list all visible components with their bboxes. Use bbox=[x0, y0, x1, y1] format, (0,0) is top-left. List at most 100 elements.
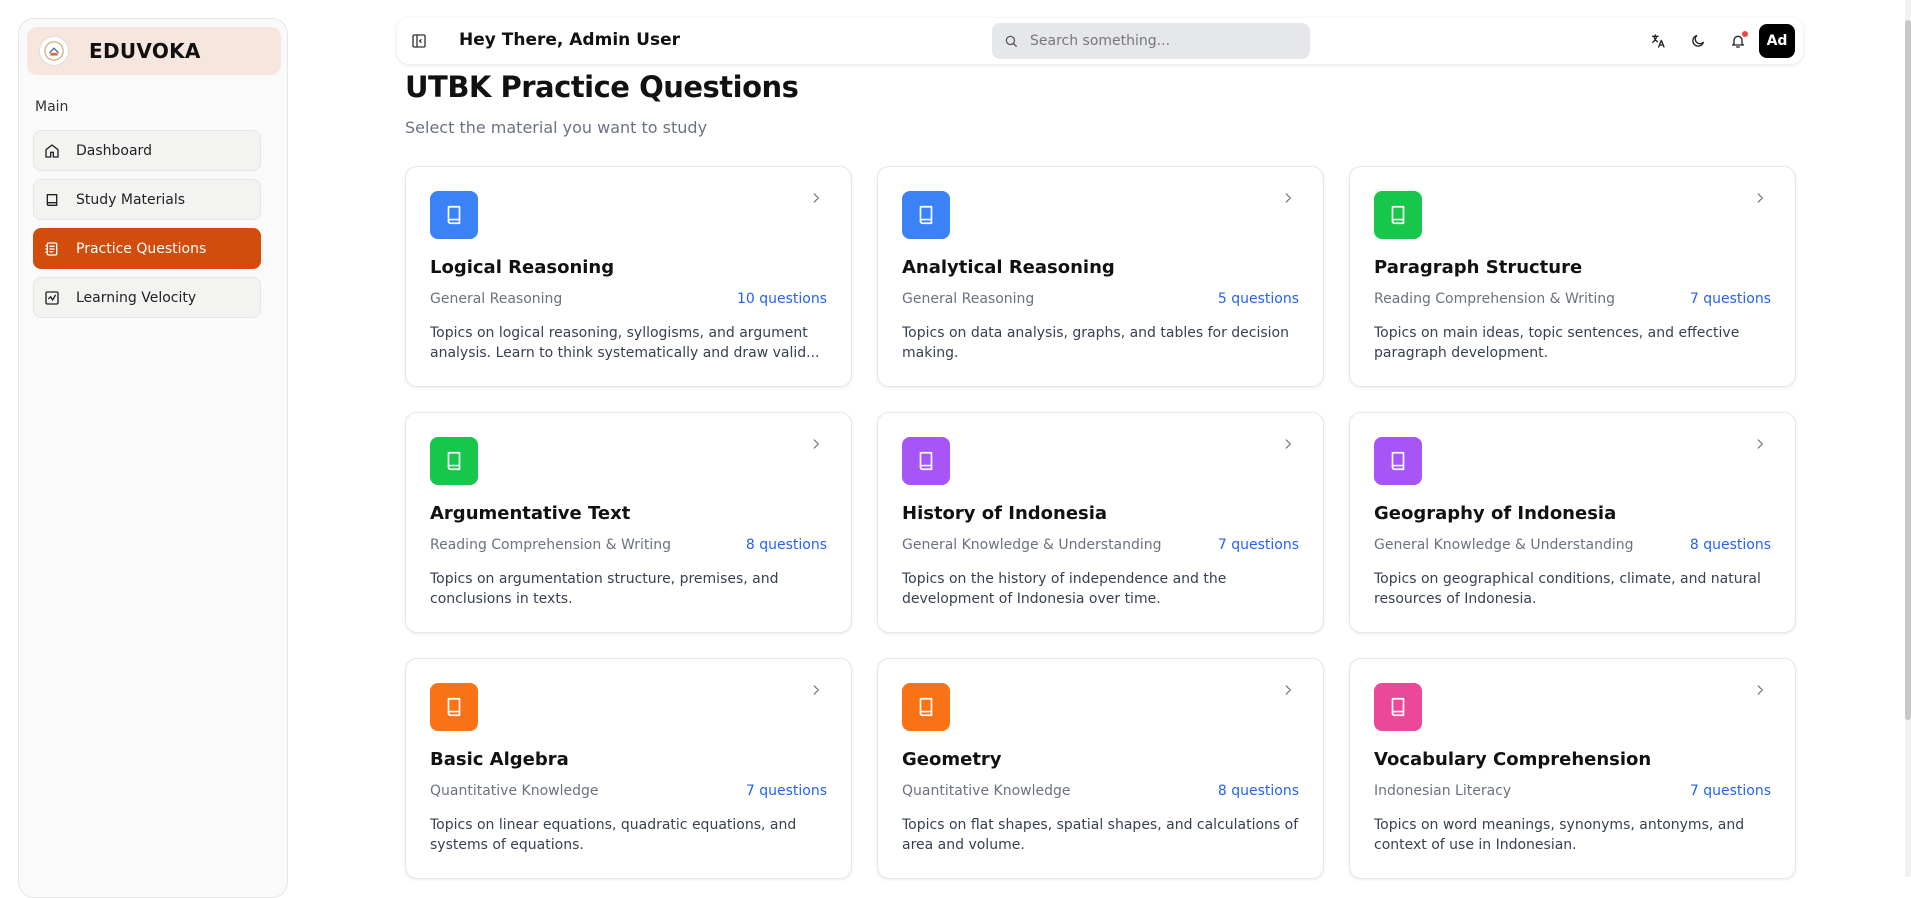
chevron-right-icon bbox=[1285, 685, 1291, 695]
card-title: Analytical Reasoning bbox=[902, 257, 1115, 278]
chevron-right-icon bbox=[813, 193, 819, 203]
book-icon bbox=[447, 697, 461, 717]
sidebar-item-label: Practice Questions bbox=[76, 240, 207, 257]
card-category: General Knowledge & Understanding bbox=[902, 537, 1162, 553]
card-category: General Reasoning bbox=[430, 291, 563, 307]
sidebar-item-learning-velocity[interactable]: Learning Velocity bbox=[33, 277, 261, 318]
brand-name: EDUVOKA bbox=[89, 39, 201, 63]
sidebar-item-dashboard[interactable]: Dashboard bbox=[33, 130, 261, 171]
card-question-count: 10 questions bbox=[736, 291, 827, 307]
brand-logo bbox=[39, 36, 69, 66]
card-question-count: 8 questions bbox=[1689, 537, 1771, 553]
card-description: Topics on geographical conditions, clima… bbox=[1374, 571, 1761, 607]
card-description: Topics on logical reasoning, syllogisms,… bbox=[430, 325, 820, 361]
card-title: Basic Algebra bbox=[430, 749, 569, 770]
logo-emblem-icon bbox=[44, 41, 64, 61]
card-description: Topics on argumentation structure, premi… bbox=[430, 571, 779, 607]
sidebar-toggle-icon[interactable] bbox=[411, 33, 427, 49]
practice-card[interactable]: Vocabulary Comprehension Indonesian Liter… bbox=[1349, 658, 1796, 879]
page-title: UTBK Practice Questions bbox=[405, 70, 799, 104]
practice-card[interactable]: Basic Algebra Quantitative Knowledge 7 que… bbox=[405, 658, 852, 879]
card-title: Argumentative Text bbox=[430, 503, 631, 524]
card-question-count: 7 questions bbox=[745, 783, 827, 799]
book-icon bbox=[919, 697, 933, 717]
nav-section-label: Main bbox=[35, 99, 69, 115]
search-input[interactable] bbox=[1028, 32, 1292, 50]
practice-card[interactable]: Analytical Reasoning General Reasoning 5 q… bbox=[877, 166, 1324, 387]
home-icon bbox=[44, 143, 60, 159]
card-icon-box bbox=[902, 683, 950, 731]
sidebar-item-label: Learning Velocity bbox=[76, 289, 197, 306]
notebook-icon bbox=[44, 241, 60, 257]
practice-card[interactable]: Logical Reasoning General Reasoning 10 que… bbox=[405, 166, 852, 387]
sidebar: EDUVOKA Main Dashboard Study Materials P… bbox=[18, 18, 288, 898]
card-description: Topics on data analysis, graphs, and tab… bbox=[902, 325, 1289, 361]
book-icon bbox=[1391, 451, 1405, 471]
card-question-count: 8 questions bbox=[745, 537, 827, 553]
card-title: Vocabulary Comprehension bbox=[1374, 749, 1652, 770]
sidebar-item-practice-questions[interactable]: Practice Questions bbox=[33, 228, 261, 269]
sidebar-item-label: Dashboard bbox=[76, 142, 152, 159]
card-icon-box bbox=[902, 191, 950, 239]
notification-dot bbox=[1742, 31, 1748, 37]
greeting: Hey There, Admin User bbox=[459, 30, 680, 50]
card-category: Quantitative Knowledge bbox=[430, 783, 599, 799]
practice-card[interactable]: Argumentative Text Reading Comprehension … bbox=[405, 412, 852, 633]
sidebar-item-label: Study Materials bbox=[76, 191, 186, 208]
card-icon-box bbox=[430, 437, 478, 485]
card-description: Topics on flat shapes, spatial shapes, a… bbox=[902, 817, 1299, 853]
moon-icon[interactable] bbox=[1690, 33, 1706, 49]
card-category: General Reasoning bbox=[902, 291, 1035, 307]
book-icon bbox=[447, 451, 461, 471]
chevron-right-icon bbox=[813, 685, 819, 695]
card-icon-box bbox=[1374, 191, 1422, 239]
book-icon bbox=[919, 205, 933, 225]
card-category: Indonesian Literacy bbox=[1374, 783, 1512, 799]
card-description: Topics on the history of independence an… bbox=[902, 571, 1227, 607]
card-category: Quantitative Knowledge bbox=[902, 783, 1071, 799]
book-icon bbox=[44, 192, 60, 208]
card-icon-box bbox=[430, 683, 478, 731]
card-title: Logical Reasoning bbox=[430, 257, 615, 278]
sidebar-item-study-materials[interactable]: Study Materials bbox=[33, 179, 261, 220]
card-question-count: 7 questions bbox=[1217, 537, 1299, 553]
card-question-count: 5 questions bbox=[1217, 291, 1299, 307]
translate-icon[interactable] bbox=[1650, 33, 1666, 49]
card-description: Topics on main ideas, topic sentences, a… bbox=[1374, 325, 1740, 361]
top-header: Hey There, Admin User Ad bbox=[397, 18, 1803, 64]
activity-chart-icon bbox=[44, 290, 60, 306]
card-question-count: 7 questions bbox=[1689, 291, 1771, 307]
practice-card[interactable]: Geometry Quantitative Knowledge 8 question… bbox=[877, 658, 1324, 879]
search-icon bbox=[1005, 35, 1017, 47]
card-icon-box bbox=[1374, 437, 1422, 485]
chevron-right-icon bbox=[1285, 439, 1291, 449]
book-icon bbox=[919, 451, 933, 471]
practice-card[interactable]: Geography of Indonesia General Knowledge … bbox=[1349, 412, 1796, 633]
practice-card[interactable]: History of Indonesia General Knowledge & … bbox=[877, 412, 1324, 633]
chevron-right-icon bbox=[813, 439, 819, 449]
card-title: Geometry bbox=[902, 749, 1002, 770]
card-title: Paragraph Structure bbox=[1374, 257, 1583, 278]
search-bar[interactable] bbox=[992, 23, 1310, 59]
card-question-count: 7 questions bbox=[1689, 783, 1771, 799]
card-category: Reading Comprehension & Writing bbox=[430, 537, 672, 553]
brand[interactable]: EDUVOKA bbox=[27, 27, 281, 75]
card-question-count: 8 questions bbox=[1217, 783, 1299, 799]
card-icon-box bbox=[1374, 683, 1422, 731]
book-icon bbox=[1391, 205, 1405, 225]
scrollbar-thumb[interactable] bbox=[1905, 20, 1911, 720]
card-title: History of Indonesia bbox=[902, 503, 1108, 524]
chevron-right-icon bbox=[1757, 193, 1763, 203]
chevron-right-icon bbox=[1757, 439, 1763, 449]
book-icon bbox=[1391, 697, 1405, 717]
chevron-right-icon bbox=[1757, 685, 1763, 695]
bell-icon[interactable] bbox=[1730, 31, 1748, 49]
page-scrollbar[interactable] bbox=[1905, 0, 1911, 877]
book-icon bbox=[447, 205, 461, 225]
card-icon-box bbox=[902, 437, 950, 485]
card-description: Topics on word meanings, synonyms, anton… bbox=[1374, 817, 1745, 853]
card-description: Topics on linear equations, quadratic eq… bbox=[430, 817, 797, 853]
practice-card[interactable]: Paragraph Structure Reading Comprehension… bbox=[1349, 166, 1796, 387]
avatar[interactable]: Ad bbox=[1759, 24, 1795, 58]
card-category: Reading Comprehension & Writing bbox=[1374, 291, 1616, 307]
